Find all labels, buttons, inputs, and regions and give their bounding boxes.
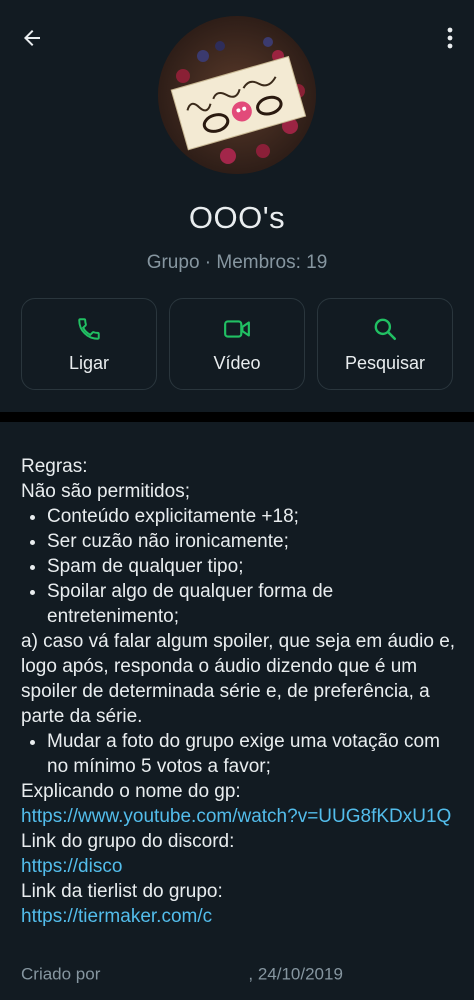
redacted-area	[100, 964, 248, 986]
search-icon	[371, 315, 399, 343]
description-section: Regras: Não são permitidos; Conteúdo exp…	[0, 422, 474, 1000]
discord-link-row: https://disco	[21, 854, 461, 879]
rule-item: Mudar a foto do grupo exige uma votação …	[47, 729, 461, 779]
desc-line: Explicando o nome do gp:	[21, 781, 241, 802]
search-label: Pesquisar	[344, 352, 426, 373]
rules-list: Mudar a foto do grupo exige uma votação …	[21, 729, 461, 779]
phone-icon	[75, 315, 103, 343]
rules-list: Conteúdo explicitamente +18; Ser cuzão n…	[21, 504, 461, 629]
back-arrow-icon	[24, 30, 40, 46]
video-button[interactable]: Vídeo	[169, 298, 305, 390]
call-button[interactable]: Ligar	[21, 298, 157, 390]
group-name[interactable]: OOO's	[0, 200, 474, 236]
youtube-link[interactable]: https://www.youtube.com/watch?v=UUG8fKDx…	[21, 804, 461, 829]
redacted-area	[212, 906, 392, 928]
created-date: , 24/10/2019	[248, 964, 343, 984]
created-prefix: Criado por	[21, 964, 101, 984]
group-avatar[interactable]	[158, 16, 316, 174]
vertical-dots-icon	[447, 27, 453, 49]
desc-line: Link da tierlist do grupo:	[21, 881, 223, 902]
group-header: OOO's Grupo · Membros: 19 Ligar Vídeo Pe…	[0, 0, 474, 412]
back-button[interactable]	[14, 20, 50, 56]
more-options-button[interactable]	[438, 20, 462, 56]
video-label: Vídeo	[213, 352, 261, 373]
birthday-cake-image	[158, 16, 316, 174]
rule-item: Spam de qualquer tipo;	[47, 554, 461, 579]
call-label: Ligar	[68, 352, 110, 373]
rule-item: Ser cuzão não ironicamente;	[47, 529, 461, 554]
discord-link[interactable]: https://disco	[21, 854, 122, 879]
rule-item: Conteúdo explicitamente +18;	[47, 504, 461, 529]
action-buttons: Ligar Vídeo Pesquisar	[21, 298, 453, 390]
search-button[interactable]: Pesquisar	[317, 298, 453, 390]
desc-paragraph: a) caso vá falar algum spoiler, que seja…	[21, 631, 456, 727]
desc-line: Link do grupo do discord:	[21, 831, 235, 852]
desc-line: Regras:	[21, 456, 88, 477]
tierlist-link-row: https://tiermaker.com/c	[21, 904, 461, 929]
rule-item: Spoilar algo de qualquer forma de entret…	[47, 579, 461, 629]
group-description[interactable]: Regras: Não são permitidos; Conteúdo exp…	[21, 454, 461, 929]
video-icon	[223, 315, 251, 343]
redacted-area	[122, 856, 252, 878]
desc-line: Não são permitidos;	[21, 481, 190, 502]
section-divider	[0, 412, 474, 422]
tierlist-link[interactable]: https://tiermaker.com/c	[21, 904, 212, 929]
group-meta: Grupo · Membros: 19	[146, 252, 328, 273]
group-info-screen: OOO's Grupo · Membros: 19 Ligar Vídeo Pe…	[0, 0, 474, 1000]
created-by-line: Criado por , 24/10/2019	[21, 964, 343, 986]
